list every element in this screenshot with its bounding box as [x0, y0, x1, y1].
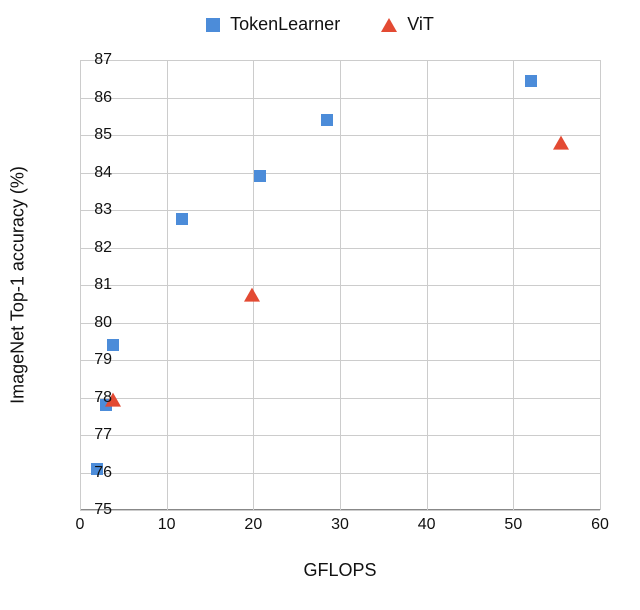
y-tick-label: 80 [62, 314, 112, 332]
x-tick-label: 0 [76, 516, 85, 534]
y-tick-label: 84 [62, 164, 112, 182]
y-axis-label: ImageNet Top-1 accuracy (%) [8, 166, 29, 404]
scatter-chart: TokenLearner ViT ImageNet Top-1 accuracy… [0, 0, 640, 610]
y-tick-label: 82 [62, 239, 112, 257]
data-point-tokenlearner [254, 170, 266, 182]
y-tick-label: 87 [62, 51, 112, 69]
gridline-v [340, 60, 341, 510]
triangle-icon [381, 18, 397, 32]
x-axis-label: GFLOPS [303, 560, 376, 581]
gridline-h [80, 510, 600, 511]
y-tick-label: 76 [62, 464, 112, 482]
y-tick-label: 81 [62, 276, 112, 294]
gridline-v [600, 60, 601, 510]
gridline-v [513, 60, 514, 510]
y-tick-label: 85 [62, 126, 112, 144]
legend-item-vit: ViT [381, 14, 434, 35]
legend-item-tokenlearner: TokenLearner [206, 14, 340, 35]
y-tick-label: 77 [62, 426, 112, 444]
y-tick-label: 83 [62, 201, 112, 219]
data-point-tokenlearner [321, 114, 333, 126]
legend-label: ViT [407, 14, 434, 35]
gridline-v [253, 60, 254, 510]
x-tick-label: 50 [504, 516, 522, 534]
plot-area [80, 60, 600, 510]
x-tick-label: 60 [591, 516, 609, 534]
y-tick-label: 86 [62, 89, 112, 107]
x-tick-label: 40 [418, 516, 436, 534]
legend-label: TokenLearner [230, 14, 340, 35]
square-icon [206, 18, 220, 32]
data-point-vit [244, 288, 260, 302]
x-tick-label: 10 [158, 516, 176, 534]
data-point-tokenlearner [525, 75, 537, 87]
gridline-v [167, 60, 168, 510]
legend: TokenLearner ViT [0, 14, 640, 37]
x-tick-label: 30 [331, 516, 349, 534]
x-tick-label: 20 [244, 516, 262, 534]
data-point-tokenlearner [107, 339, 119, 351]
data-point-vit [553, 136, 569, 150]
data-point-tokenlearner [176, 213, 188, 225]
y-tick-label: 79 [62, 351, 112, 369]
y-tick-label: 75 [62, 501, 112, 519]
gridline-v [427, 60, 428, 510]
y-tick-label: 78 [62, 389, 112, 407]
